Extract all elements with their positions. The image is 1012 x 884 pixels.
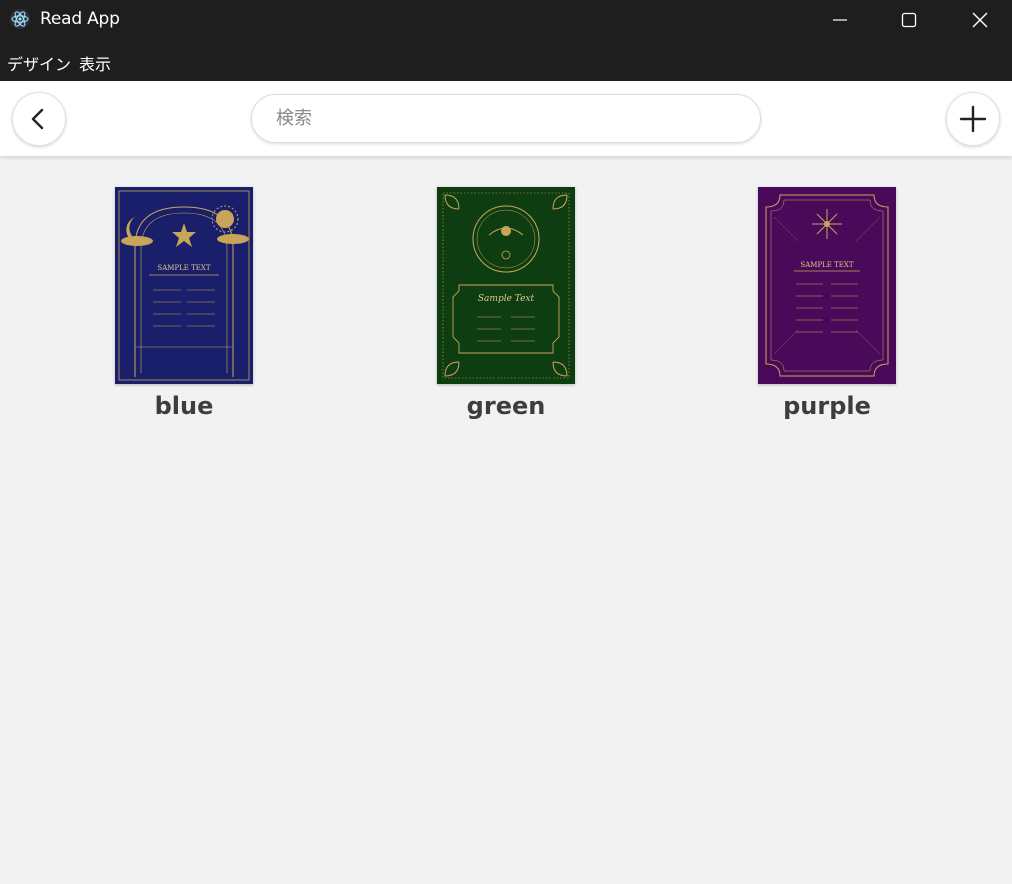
book-title-purple[interactable]: purple <box>732 392 922 420</box>
menu-item-view[interactable]: 表示 <box>79 51 111 75</box>
add-book-button[interactable] <box>946 92 1000 146</box>
minimize-icon <box>833 19 847 21</box>
close-button[interactable] <box>950 0 1010 40</box>
book-cover-purple: SAMPLE TEXT <box>758 187 896 384</box>
maximize-button[interactable] <box>879 0 939 40</box>
cover-text-green: Sample Text <box>478 294 535 304</box>
book-title-blue[interactable]: blue <box>89 392 279 420</box>
cover-text-blue: SAMPLE TEXT <box>157 264 210 272</box>
chevron-left-icon <box>31 108 44 130</box>
menu-item-design[interactable]: デザイン <box>7 51 71 75</box>
book-cover-blue: SAMPLE TEXT <box>115 187 253 384</box>
title-bar: Read App <box>0 0 1012 40</box>
menu-bar: デザイン 表示 <box>0 40 1012 81</box>
toolbar <box>0 81 1012 156</box>
electron-atom-icon <box>10 9 30 29</box>
plus-icon <box>959 105 987 133</box>
cover-text-purple: SAMPLE TEXT <box>800 261 853 269</box>
maximize-icon <box>901 12 917 28</box>
search-input[interactable] <box>251 94 761 143</box>
book-title-green[interactable]: green <box>411 392 601 420</box>
book-item-green[interactable]: Sample Text green <box>411 187 601 420</box>
minimize-button[interactable] <box>810 0 870 40</box>
close-icon <box>972 12 988 28</box>
book-item-purple[interactable]: SAMPLE TEXT purple <box>732 187 922 420</box>
book-item-blue[interactable]: SAMPLE TEXT blue <box>89 187 279 420</box>
back-button[interactable] <box>12 92 66 146</box>
book-cover-green: Sample Text <box>437 187 575 384</box>
window-title: Read App <box>40 9 120 29</box>
